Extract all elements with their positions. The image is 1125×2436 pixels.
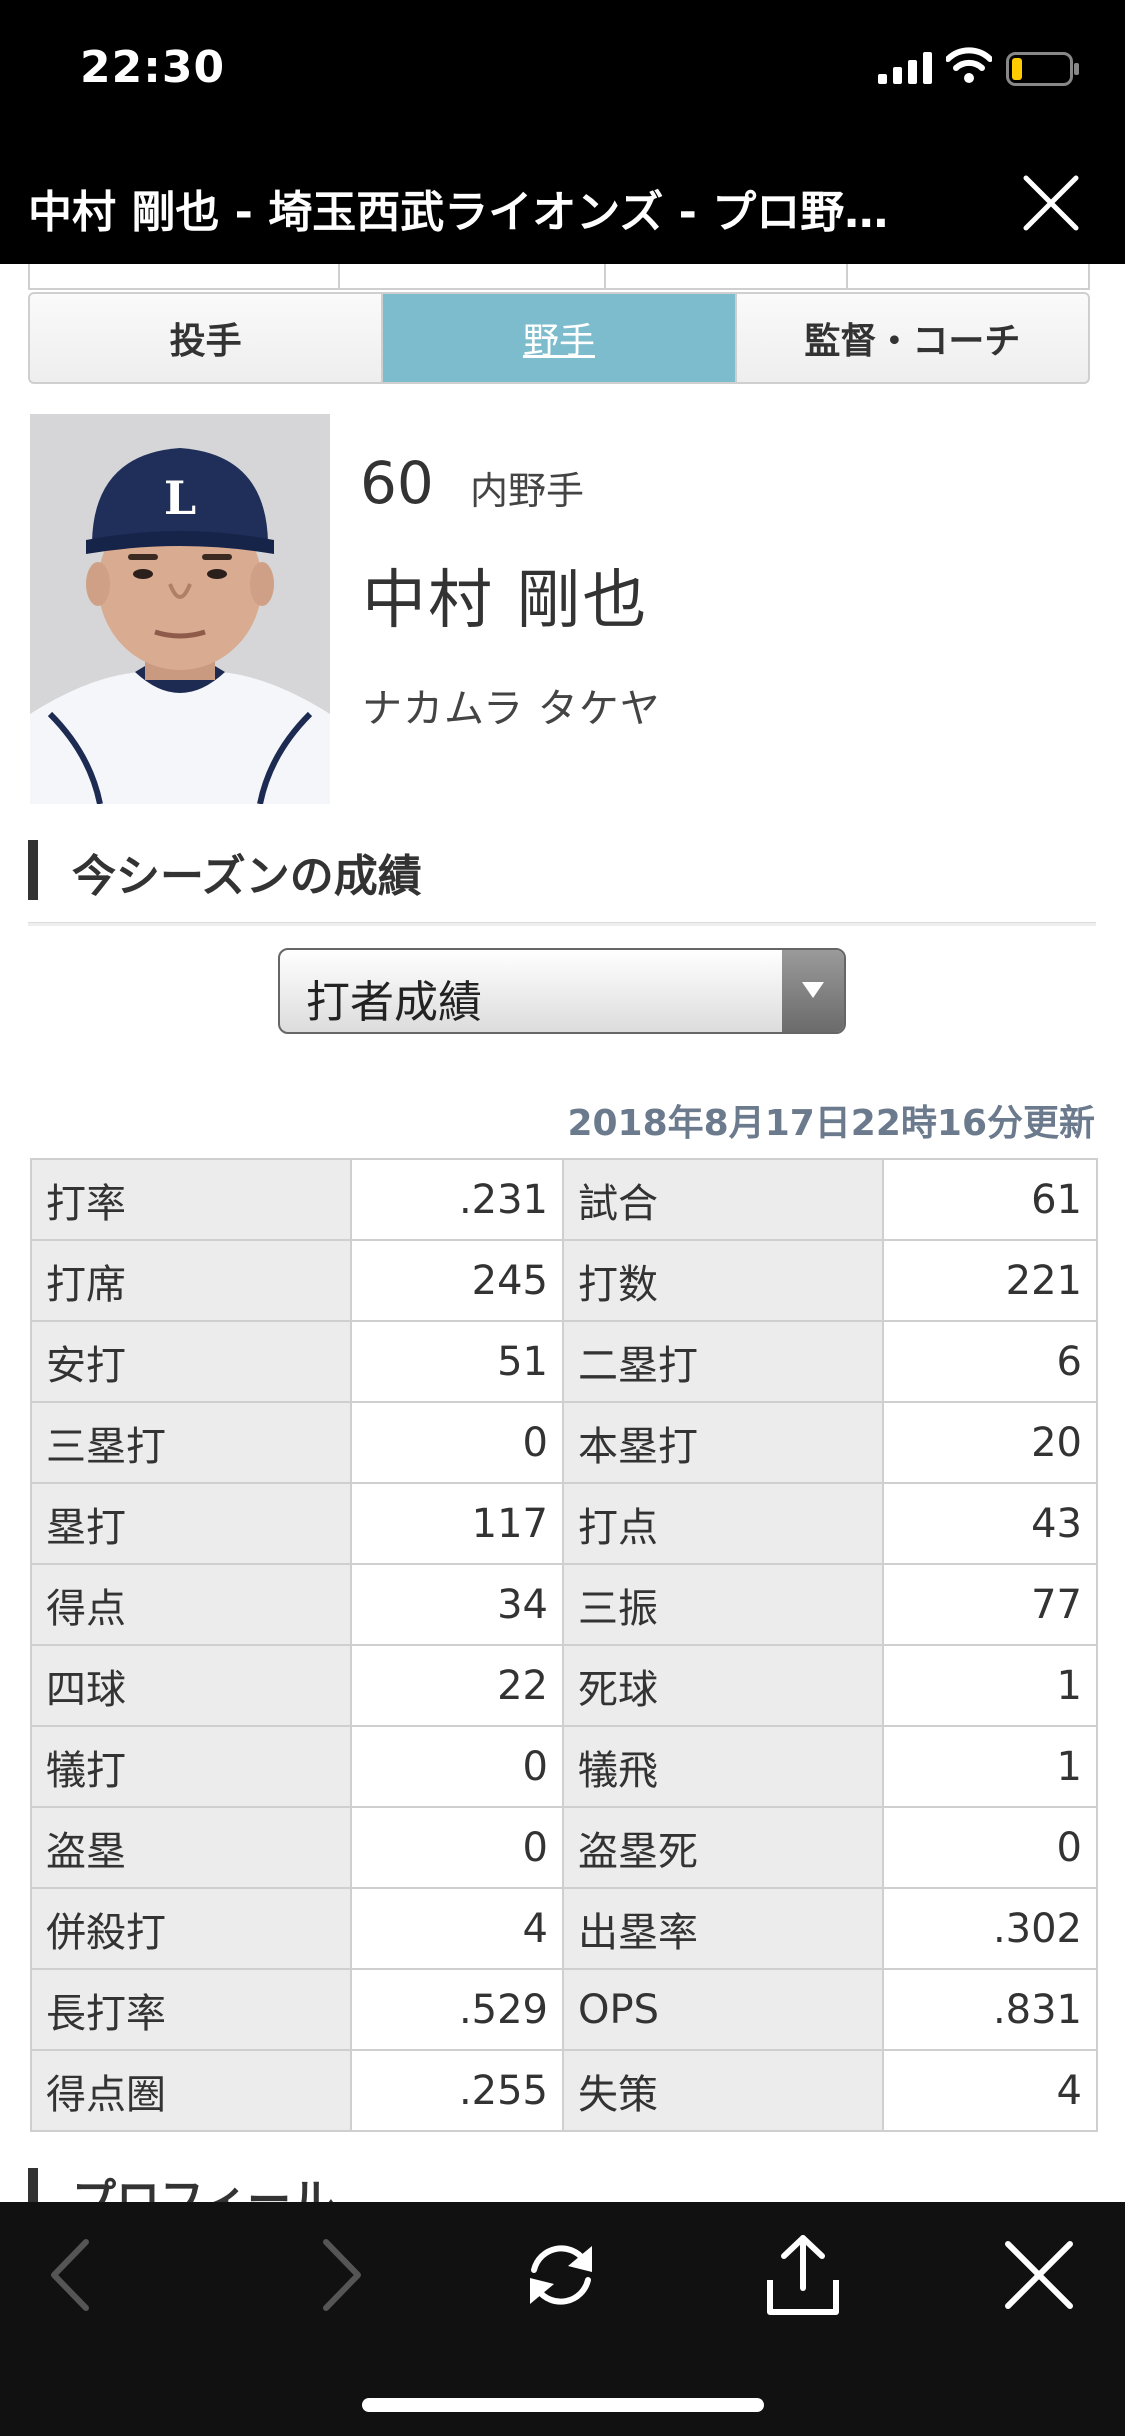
stat-label-cell: 盗塁死 xyxy=(562,1806,884,1889)
stat-label-cell: 二塁打 xyxy=(562,1320,884,1403)
stat-value-cell: 221 xyxy=(882,1239,1098,1322)
table-row: 併殺打 4 出塁率 .302 xyxy=(30,1887,1098,1970)
stat-label-cell: 打率 xyxy=(30,1158,352,1241)
stat-label-cell: 盗塁 xyxy=(30,1806,352,1889)
stat-value-cell: 22 xyxy=(350,1644,564,1727)
tab-pitchers[interactable]: 投手 xyxy=(30,294,384,382)
player-category-tabs: 投手 野手 監督・コーチ xyxy=(28,292,1090,384)
stat-label-cell: 三振 xyxy=(562,1563,884,1646)
table-row: 打席 245 打数 221 xyxy=(30,1239,1098,1322)
stat-value-cell: .302 xyxy=(882,1887,1098,1970)
close-icon[interactable] xyxy=(1016,168,1086,238)
stat-value-cell: 1 xyxy=(882,1644,1098,1727)
stat-value-cell: 77 xyxy=(882,1563,1098,1646)
stat-value-cell: 0 xyxy=(350,1806,564,1889)
stat-value-cell: 4 xyxy=(350,1887,564,1970)
stat-value-cell: 245 xyxy=(350,1239,564,1322)
profile-heading-text: プロフィール xyxy=(72,2175,336,2202)
stat-value-cell: 61 xyxy=(882,1158,1098,1241)
close-icon[interactable] xyxy=(994,2230,1084,2320)
heading-accent-bar xyxy=(28,2168,38,2202)
stat-label-cell: 安打 xyxy=(30,1320,352,1403)
browser-title-bar: 中村 剛也 - 埼玉西武ライオンズ - プロ野… xyxy=(0,140,1125,264)
player-position: 内野手 xyxy=(470,469,585,513)
stat-label-cell: 打点 xyxy=(562,1482,884,1565)
table-row: 犠打 0 犠飛 1 xyxy=(30,1725,1098,1808)
stat-value-cell: 51 xyxy=(350,1320,564,1403)
home-indicator[interactable] xyxy=(362,2398,764,2412)
stat-label-cell: 試合 xyxy=(562,1158,884,1241)
stat-label-cell: 犠打 xyxy=(30,1725,352,1808)
stat-label-cell: 得点圏 xyxy=(30,2049,352,2132)
table-row: 四球 22 死球 1 xyxy=(30,1644,1098,1727)
table-row: 塁打 117 打点 43 xyxy=(30,1482,1098,1565)
stat-label-cell: 三塁打 xyxy=(30,1401,352,1484)
wifi-icon xyxy=(946,47,992,83)
stat-value-cell: 4 xyxy=(882,2049,1098,2132)
stats-type-select[interactable]: 打者成績 xyxy=(278,948,846,1034)
svg-text:L: L xyxy=(164,471,196,525)
stat-value-cell: 34 xyxy=(350,1563,564,1646)
cellular-signal-icon xyxy=(878,52,932,84)
stat-label-cell: 塁打 xyxy=(30,1482,352,1565)
stat-label-cell: 打数 xyxy=(562,1239,884,1322)
upper-tab-row-fragment xyxy=(28,264,1090,290)
stat-label-cell: 死球 xyxy=(562,1644,884,1727)
reload-icon[interactable] xyxy=(516,2230,606,2320)
season-stats-heading-text: 今シーズンの成績 xyxy=(72,851,422,902)
heading-accent-bar xyxy=(28,840,38,900)
stat-value-cell: 43 xyxy=(882,1482,1098,1565)
table-row: 安打 51 二塁打 6 xyxy=(30,1320,1098,1403)
tab-fielders[interactable]: 野手 xyxy=(383,294,737,382)
status-bar: 22:30 xyxy=(0,0,1125,140)
stat-value-cell: 0 xyxy=(350,1725,564,1808)
batting-stats-table: 打率 .231 試合 61 打席 245 打数 221 安打 51 二塁打 6 三塁打 0 本塁打 20 塁打 1… xyxy=(30,1158,1098,2132)
tab-managers-coaches[interactable]: 監督・コーチ xyxy=(737,294,1088,382)
table-row: 得点 34 三振 77 xyxy=(30,1563,1098,1646)
stat-label-cell: 犠飛 xyxy=(562,1725,884,1808)
stat-value-cell: 1 xyxy=(882,1725,1098,1808)
stat-value-cell: 117 xyxy=(350,1482,564,1565)
stat-label-cell: 四球 xyxy=(30,1644,352,1727)
profile-heading: プロフィール xyxy=(28,2160,1096,2202)
uniform-number: 60 xyxy=(360,449,434,517)
forward-icon[interactable] xyxy=(294,2230,384,2320)
stat-value-cell: .255 xyxy=(350,2049,564,2132)
chevron-down-icon xyxy=(802,982,824,998)
table-row: 盗塁 0 盗塁死 0 xyxy=(30,1806,1098,1889)
player-name-kana: ナカムラ タケヤ xyxy=(362,686,661,732)
season-stats-heading: 今シーズンの成績 xyxy=(28,834,1096,902)
table-row: 三塁打 0 本塁打 20 xyxy=(30,1401,1098,1484)
stat-value-cell: .529 xyxy=(350,1968,564,2051)
stat-value-cell: 0 xyxy=(882,1806,1098,1889)
stat-value-cell: .231 xyxy=(350,1158,564,1241)
stat-label-cell: 本塁打 xyxy=(562,1401,884,1484)
back-icon[interactable] xyxy=(28,2230,118,2320)
stats-updated-time: 2018年8月17日22時16分更新 xyxy=(567,1103,1095,1144)
table-row: 得点圏 .255 失策 4 xyxy=(30,2049,1098,2132)
stat-label-cell: 失策 xyxy=(562,2049,884,2132)
stats-type-select-value: 打者成績 xyxy=(306,977,482,1028)
stat-label-cell: 打席 xyxy=(30,1239,352,1322)
stat-value-cell: 0 xyxy=(350,1401,564,1484)
page-content[interactable]: 投手 野手 監督・コーチ L 60 内野手 中村 剛也 ナカムラ タケヤ 今シー… xyxy=(0,264,1125,2202)
battery-icon xyxy=(1006,52,1079,86)
stat-label-cell: 出塁率 xyxy=(562,1887,884,1970)
table-row: 長打率 .529 OPS .831 xyxy=(30,1968,1098,2051)
stat-value-cell: .831 xyxy=(882,1968,1098,2051)
stat-value-cell: 20 xyxy=(882,1401,1098,1484)
stat-label-cell: 得点 xyxy=(30,1563,352,1646)
share-icon[interactable] xyxy=(758,2230,848,2320)
stat-label-cell: 併殺打 xyxy=(30,1887,352,1970)
table-row: 打率 .231 試合 61 xyxy=(30,1158,1098,1241)
page-title: 中村 剛也 - 埼玉西武ライオンズ - プロ野… xyxy=(28,187,889,238)
stat-label-cell: OPS xyxy=(562,1968,884,2051)
status-time: 22:30 xyxy=(80,42,226,93)
select-arrow-box xyxy=(782,950,844,1032)
section-divider xyxy=(28,922,1096,926)
stat-label-cell: 長打率 xyxy=(30,1968,352,2051)
stat-value-cell: 6 xyxy=(882,1320,1098,1403)
player-name: 中村 剛也 xyxy=(362,564,649,638)
player-photo: L xyxy=(30,414,330,804)
